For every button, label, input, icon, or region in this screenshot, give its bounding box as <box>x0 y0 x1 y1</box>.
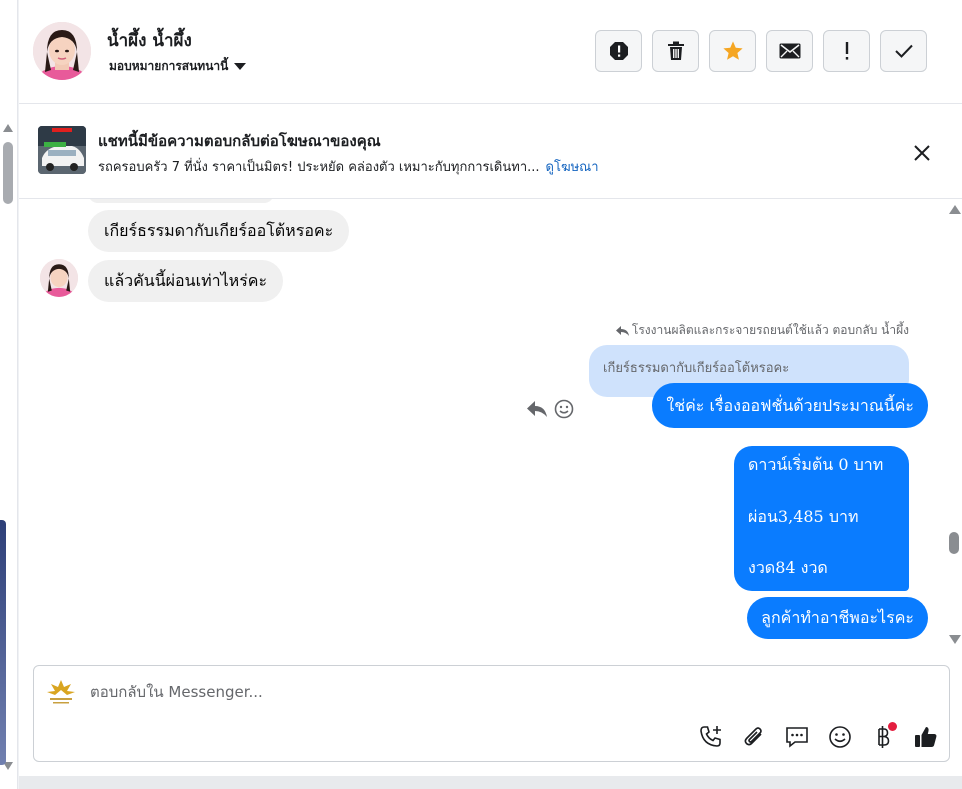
paperclip-icon <box>744 726 762 745</box>
assign-conversation-dropdown[interactable]: มอบหมายการสนทนานี้ <box>109 57 247 76</box>
reply-arrow-icon <box>615 325 629 336</box>
spam-button[interactable] <box>595 30 642 72</box>
scroll-thumb[interactable] <box>3 142 13 204</box>
smiley-icon <box>828 725 851 748</box>
background-panel-edge <box>0 520 6 765</box>
incoming-message[interactable]: แล้วคันนี้ผ่อนเท่าไหร่คะ <box>88 260 284 302</box>
ad-banner-title: แชทนี้มีข้อความตอบกลับต่อโฆษณาของคุณ <box>98 132 381 150</box>
quote-line-installment: ผ่อน3,485 บาท <box>748 507 859 526</box>
reply-icon[interactable] <box>526 399 548 419</box>
incoming-message[interactable]: เกียร์ธรรมดากับเกียร์ออโต้หรอคะ <box>88 210 350 252</box>
check-icon <box>894 44 913 58</box>
close-icon <box>914 145 930 161</box>
reply-context-text: โรงงานผลิตและกระจายรถยนต์ใช้แล้ว ตอบกลับ… <box>631 323 909 337</box>
contact-name[interactable]: น้ำผึ้ง น้ำผึ้ง <box>107 27 192 54</box>
envelope-icon <box>779 43 800 59</box>
outgoing-message[interactable]: ลูกค้าทำอาชีพอะไรคะ <box>747 597 928 639</box>
like-button[interactable] <box>911 722 940 751</box>
assign-label: มอบหมายการสนทนานี้ <box>109 59 229 73</box>
contact-avatar[interactable] <box>33 22 91 80</box>
reply-context-note: โรงงานผลิตและกระจายรถยนต์ใช้แล้ว ตอบกลับ… <box>615 321 909 340</box>
star-icon <box>722 41 743 60</box>
ad-description-text: รถครอบครัว 7 ที่นั่ง ราคาเป็นมิตร! ประหย… <box>98 160 540 175</box>
chat-scrollbar[interactable] <box>946 199 962 651</box>
conversation-panel: น้ำผึ้ง น้ำผึ้ง มอบหมายการสนทนานี้ แชทนี… <box>19 0 962 789</box>
view-ad-link[interactable]: ดูโฆษณา <box>546 160 599 175</box>
close-banner-button[interactable] <box>911 142 933 164</box>
notification-dot <box>888 722 897 731</box>
scroll-down-arrow-icon[interactable] <box>949 635 961 644</box>
exclamation-icon <box>845 42 848 60</box>
partial-message-bubble <box>88 199 274 203</box>
payment-button[interactable] <box>868 722 897 751</box>
message-thread[interactable]: เกียร์ธรรมดากับเกียร์ออโต้หรอคะ แล้วคันน… <box>19 199 962 651</box>
page-logo <box>44 678 78 706</box>
conversation-header: น้ำผึ้ง น้ำผึ้ง มอบหมายการสนทนานี้ <box>19 0 962 104</box>
message-input[interactable] <box>90 683 590 701</box>
chat-scroll-thumb[interactable] <box>949 532 959 554</box>
saved-replies-button[interactable] <box>782 722 811 751</box>
phone-plus-icon <box>699 725 721 747</box>
bottom-edge <box>19 776 962 789</box>
call-button[interactable] <box>696 722 725 751</box>
thumbs-up-icon <box>914 726 936 747</box>
alert-octagon-icon <box>609 42 628 60</box>
outgoing-message[interactable]: ใช่ค่ะ เรื่องออฟชั่นด้วยประมาณนี้ค่ะ <box>652 383 928 428</box>
composer-tools <box>696 722 940 751</box>
mark-unread-button[interactable] <box>766 30 813 72</box>
message-hover-tools <box>526 399 574 419</box>
ad-reply-banner: แชทนี้มีข้อความตอบกลับต่อโฆษณาของคุณ รถค… <box>19 104 962 199</box>
caret-down-icon <box>234 63 247 70</box>
quote-line-term: งวด84 งวด <box>748 558 828 577</box>
attach-button[interactable] <box>739 722 768 751</box>
ad-thumbnail[interactable] <box>38 126 86 174</box>
react-smiley-icon[interactable] <box>554 399 574 419</box>
chat-bubble-icon <box>785 726 808 748</box>
scroll-up-arrow-icon[interactable] <box>949 205 961 214</box>
trash-icon <box>667 41 684 60</box>
follow-up-button[interactable] <box>823 30 870 72</box>
star-button[interactable] <box>709 30 756 72</box>
conversation-actions <box>595 30 927 72</box>
ad-banner-description: รถครอบครัว 7 ที่นั่ง ราคาเป็นมิตร! ประหย… <box>98 156 599 177</box>
delete-button[interactable] <box>652 30 699 72</box>
done-button[interactable] <box>880 30 927 72</box>
outgoing-quote-message[interactable]: ดาวน์เริ่มต้น 0 บาท ผ่อน3,485 บาท งวด84 … <box>734 446 909 591</box>
message-composer <box>33 665 950 762</box>
quote-line-down-payment: ดาวน์เริ่มต้น 0 บาท <box>748 455 884 474</box>
sender-avatar[interactable] <box>40 259 78 297</box>
scroll-up-arrow-icon[interactable] <box>3 124 13 132</box>
emoji-button[interactable] <box>825 722 854 751</box>
